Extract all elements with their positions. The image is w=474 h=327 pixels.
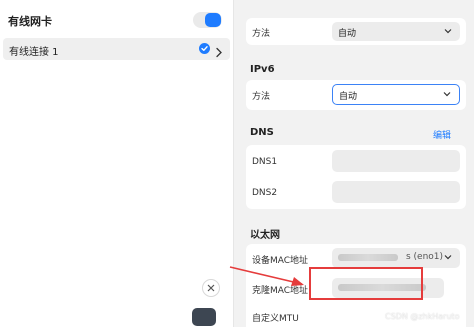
- check-icon: [199, 43, 210, 54]
- clone-mac-clear-button[interactable]: [202, 279, 220, 297]
- dns-title: DNS: [250, 127, 274, 138]
- mtu-label: 自定义MTU: [252, 314, 299, 324]
- dns1-input[interactable]: [332, 150, 460, 172]
- dns2-input[interactable]: [332, 181, 460, 203]
- ipv4-method-value: 自动: [338, 29, 357, 39]
- ipv6-method-value: 自动: [339, 92, 358, 102]
- ipv6-method-row: 方法 自动: [246, 80, 466, 110]
- wired-card-title: 有线网卡: [8, 15, 52, 28]
- device-mac-suffix: s (eno1): [406, 252, 444, 262]
- ethernet-title: 以太网: [250, 230, 280, 241]
- annotation-highlight-box: [309, 267, 423, 300]
- connection-item[interactable]: 有线连接 1: [3, 38, 230, 60]
- dropdown-arrow-icon: [443, 92, 451, 97]
- redacted-mac: [338, 254, 398, 261]
- ipv4-method-select[interactable]: 自动: [332, 22, 460, 41]
- ipv6-method-select[interactable]: 自动: [332, 84, 460, 105]
- toggle-knob: [205, 13, 221, 27]
- ipv6-title: IPv6: [250, 64, 275, 75]
- ipv4-method-row: 方法 自动: [246, 18, 466, 45]
- device-mac-select[interactable]: s (eno1): [332, 248, 460, 268]
- dns2-label: DNS2: [252, 188, 278, 198]
- dns-edit-link[interactable]: 编辑: [433, 128, 451, 141]
- chevron-right-icon[interactable]: [215, 43, 223, 58]
- mtu-toggle[interactable]: [192, 308, 216, 326]
- connection-label: 有线连接 1: [9, 47, 59, 58]
- ipv4-method-label: 方法: [252, 29, 271, 39]
- annotation-arrow-icon: [229, 266, 304, 286]
- dns1-label: DNS1: [252, 157, 278, 167]
- dropdown-arrow-icon: [444, 29, 452, 34]
- ipv6-method-label: 方法: [252, 92, 271, 102]
- wired-card-toggle[interactable]: [193, 12, 222, 28]
- dropdown-arrow-icon: [444, 255, 452, 260]
- watermark: CSDN @zhkHaruto: [385, 312, 460, 321]
- clear-icon: [207, 284, 215, 292]
- wired-card-header: 有线网卡: [0, 0, 233, 38]
- left-pane: 有线网卡 有线连接 1: [0, 0, 233, 327]
- dns-card: DNS1 DNS2: [246, 145, 466, 209]
